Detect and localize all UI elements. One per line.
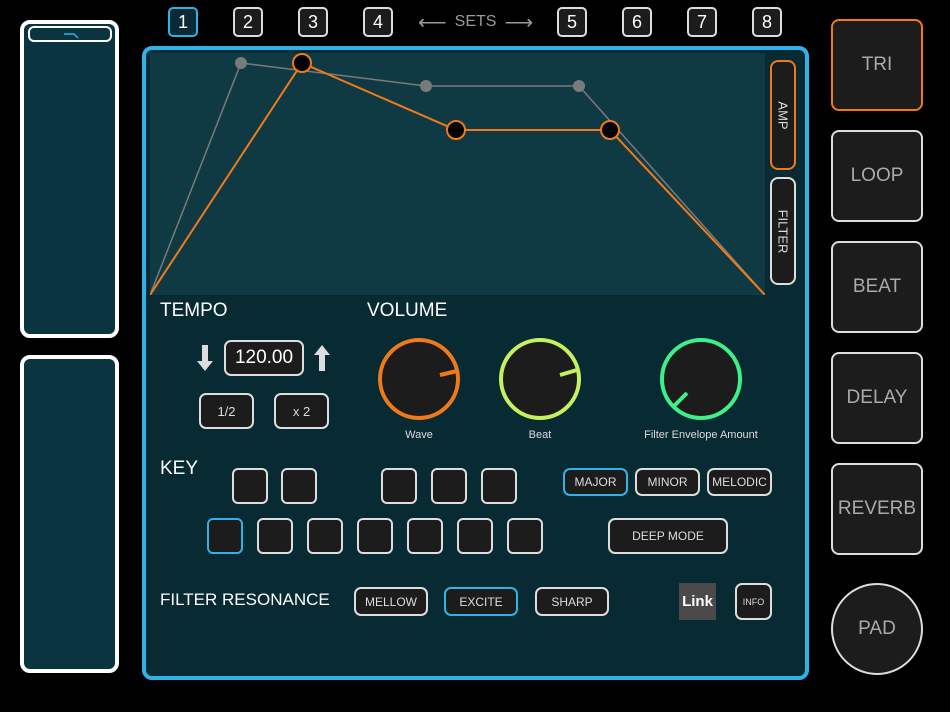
amp-decay-point [446,120,466,140]
set-button-7[interactable]: 7 [687,7,717,37]
strip-handle[interactable] [28,26,112,42]
set-button-3[interactable]: 3 [298,7,328,37]
key-button-gsharp[interactable] [431,468,467,504]
key-button-asharp[interactable] [481,468,517,504]
arrow-right-icon[interactable]: ⟶ [504,10,533,35]
preset-reverb-button[interactable]: REVERB [831,463,923,555]
deep-mode-button[interactable]: DEEP MODE [608,518,728,554]
key-button-f[interactable] [357,518,393,554]
envelope-editor[interactable] [150,53,765,295]
filter-envelope-knob-label: Filter Envelope Amount [644,429,758,441]
resonance-sharp-button[interactable]: SHARP [535,587,609,616]
tempo-label: TEMPO [160,300,228,321]
filter-envelope-point [573,80,585,92]
set-button-5[interactable]: 5 [557,7,587,37]
filter-envelope-point [420,80,432,92]
set-button-1[interactable]: 1 [168,7,198,37]
resonance-excite-button[interactable]: EXCITE [444,587,518,616]
handle-wave-icon [64,33,79,39]
arrow-left-icon[interactable]: ⟵ [418,10,447,35]
scale-melodic-button[interactable]: MELODIC [707,468,772,496]
preset-tri-button[interactable]: TRI [831,19,923,111]
key-button-b[interactable] [507,518,543,554]
preset-delay-button[interactable]: DELAY [831,352,923,444]
filter-envelope-point [235,57,247,69]
key-button-a[interactable] [457,518,493,554]
set-button-4[interactable]: 4 [363,7,393,37]
scale-major-button[interactable]: MAJOR [563,468,628,496]
preset-beat-button[interactable]: BEAT [831,241,923,333]
left-upper-strip[interactable] [20,20,119,338]
key-button-d[interactable] [257,518,293,554]
key-button-g[interactable] [407,518,443,554]
set-button-2[interactable]: 2 [233,7,263,37]
filter-resonance-label: FILTER RESONANCE [160,590,330,609]
beat-knob-label: Beat [528,429,552,441]
key-button-fsharp[interactable] [381,468,417,504]
wave-knob-label: Wave [405,429,433,441]
wave-knob[interactable] [377,337,461,421]
preset-loop-button[interactable]: LOOP [831,130,923,222]
amp-envelope-line [150,61,765,295]
filter-envelope-line [150,62,765,295]
filter-envelope-knob[interactable] [659,337,743,421]
amp-sustain-point [600,120,620,140]
scale-minor-button[interactable]: MINOR [635,468,700,496]
key-button-dsharp[interactable] [281,468,317,504]
volume-label: VOLUME [367,300,448,321]
envelope-graph[interactable] [150,53,765,295]
tempo-value-field[interactable]: 120.00 [224,340,304,376]
tab-filter[interactable]: FILTER [770,177,796,285]
tempo-half-button[interactable]: 1/2 [199,393,254,429]
resonance-mellow-button[interactable]: MELLOW [354,587,428,616]
sets-label: SETS [454,13,497,30]
sets-nav[interactable]: ⟵ SETS ⟶ [418,10,536,35]
key-button-c[interactable] [207,518,243,554]
set-button-6[interactable]: 6 [622,7,652,37]
tempo-up-icon[interactable] [313,343,331,379]
link-button[interactable]: Link [679,583,716,620]
tempo-double-button[interactable]: x 2 [274,393,329,429]
info-button[interactable]: INFO [735,583,772,620]
set-button-8[interactable]: 8 [752,7,782,37]
key-button-csharp[interactable] [232,468,268,504]
tempo-down-icon[interactable] [196,343,214,379]
key-label: KEY [160,458,199,479]
pad-button[interactable]: PAD [831,583,923,675]
amp-attack-point [292,53,312,73]
beat-knob[interactable] [498,337,582,421]
tab-amp[interactable]: AMP [770,60,796,170]
left-lower-strip[interactable] [20,355,119,673]
key-button-e[interactable] [307,518,343,554]
